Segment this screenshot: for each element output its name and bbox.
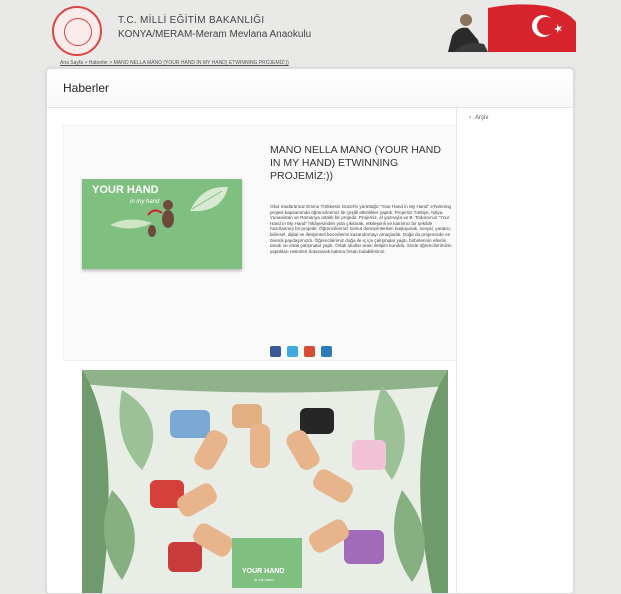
facebook-icon[interactable] bbox=[270, 346, 281, 357]
thumbnail-title: YOUR HAND bbox=[92, 184, 159, 196]
news-photo[interactable]: YOUR HAND in my hand bbox=[82, 370, 448, 593]
thumbnail-subtitle: in my hand bbox=[130, 199, 160, 205]
archive-link[interactable]: Arşiv bbox=[469, 115, 488, 121]
news-body: Okul müdürümüz Emine Türkkesin Güzel'in … bbox=[270, 204, 452, 254]
school-name[interactable]: KONYA/MERAM-Meram Mevlana Anaokulu bbox=[118, 29, 311, 40]
news-card: YOUR HAND in my hand MANO NELLA MANO (YO… bbox=[63, 125, 457, 361]
hands-circle-photo bbox=[82, 370, 448, 593]
photo-caption: YOUR HAND bbox=[242, 568, 285, 575]
photo-subcaption: in my hand bbox=[254, 577, 274, 582]
main-content: YOUR HAND in my hand MANO NELLA MANO (YO… bbox=[57, 113, 459, 593]
ministry-name: T.C. MİLLİ EĞİTİM BAKANLIĞI bbox=[118, 15, 265, 26]
linkedin-icon[interactable] bbox=[321, 346, 332, 357]
content-frame: Haberler YOUR HAND in my hand MANO NELLA… bbox=[46, 68, 574, 594]
share-buttons bbox=[270, 346, 332, 357]
sidebar: Arşiv bbox=[456, 107, 574, 593]
twitter-icon[interactable] bbox=[287, 346, 298, 357]
news-title[interactable]: MANO NELLA MANO (YOUR HAND IN MY HAND) E… bbox=[270, 144, 450, 183]
ataturk-flag-banner bbox=[448, 4, 576, 52]
google-plus-icon[interactable] bbox=[304, 346, 315, 357]
page-title: Haberler bbox=[63, 81, 110, 95]
title-bar: Haberler bbox=[47, 69, 573, 108]
site-header: T.C. MİLLİ EĞİTİM BAKANLIĞI KONYA/MERAM-… bbox=[0, 0, 621, 62]
meb-logo[interactable] bbox=[52, 6, 102, 56]
breadcrumb[interactable]: Ana Sayfa > Haberler > MANO NELLA MANO (… bbox=[60, 60, 289, 66]
